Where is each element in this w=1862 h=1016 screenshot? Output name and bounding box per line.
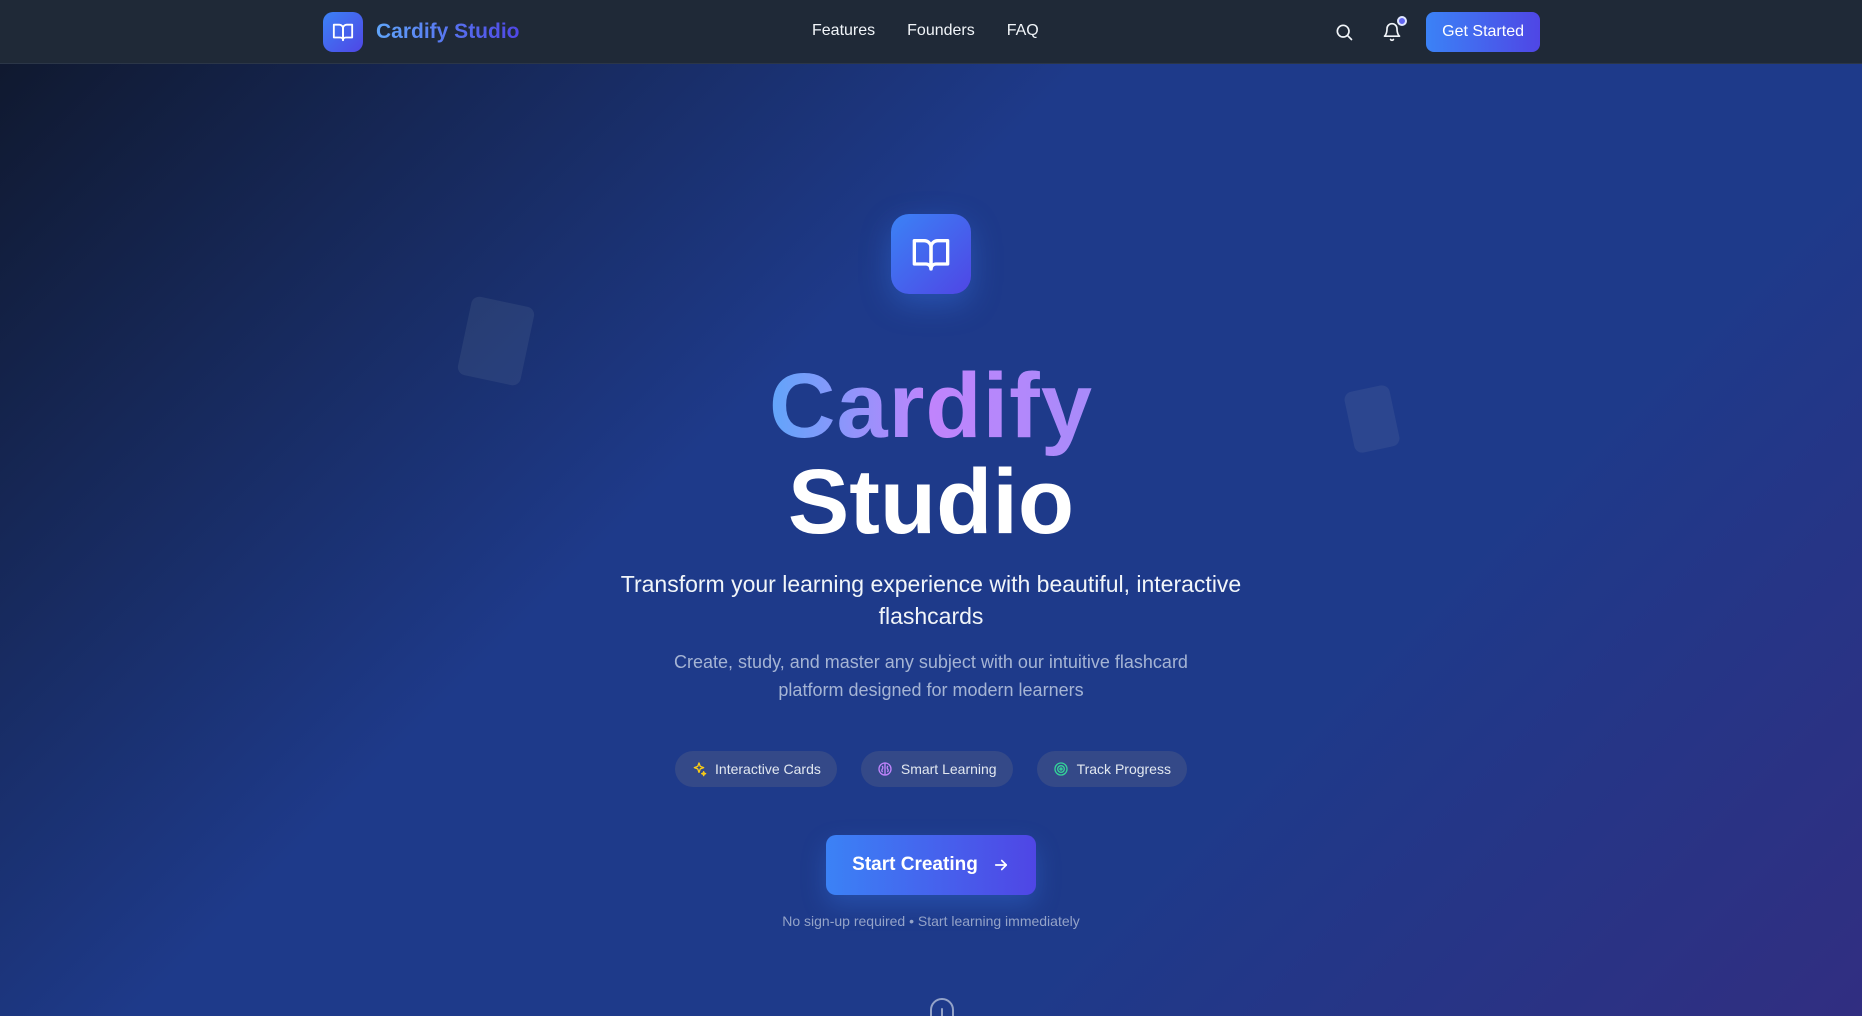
start-creating-label: Start Creating bbox=[852, 854, 978, 875]
nav-link-features[interactable]: Features bbox=[812, 22, 875, 40]
hero-title-line2: Studio bbox=[787, 451, 1075, 553]
target-icon bbox=[1053, 762, 1068, 776]
nav-link-faq[interactable]: FAQ bbox=[1007, 22, 1039, 40]
hero-title-line1: Cardify bbox=[0, 356, 1862, 456]
pill-label: Track Progress bbox=[1076, 761, 1171, 777]
notification-dot bbox=[1397, 16, 1408, 26]
hero-title-gradient: Cardify bbox=[769, 355, 1093, 457]
pill-interactive-cards: Interactive Cards bbox=[675, 751, 837, 787]
top-nav: Cardify Studio Features Founders FAQ Get… bbox=[0, 0, 1862, 64]
get-started-button[interactable]: Get Started bbox=[1426, 12, 1540, 52]
pill-smart-learning: Smart Learning bbox=[860, 751, 1013, 787]
nav-links: Features Founders FAQ bbox=[812, 22, 1071, 40]
nav-actions: Get Started bbox=[1328, 12, 1540, 52]
signup-note: No sign-up required • Start learning imm… bbox=[782, 913, 1080, 929]
pill-label: Interactive Cards bbox=[715, 761, 821, 777]
search-icon bbox=[1336, 24, 1353, 41]
start-creating-button[interactable]: Start Creating bbox=[826, 835, 1036, 895]
pill-track-progress: Track Progress bbox=[1036, 751, 1187, 787]
feature-pills: Interactive Cards Smart Learning Track P… bbox=[0, 751, 1862, 787]
search-button[interactable] bbox=[1328, 12, 1360, 52]
brand-name: Cardify Studio bbox=[376, 20, 520, 43]
sparkles-icon bbox=[693, 762, 707, 777]
brand[interactable]: Cardify Studio bbox=[323, 12, 520, 52]
book-open-icon bbox=[323, 12, 363, 52]
hero-subtitle: Transform your learning experience with … bbox=[620, 571, 1242, 629]
hero-description: Create, study, and master any subject wi… bbox=[674, 652, 1188, 700]
pill-label: Smart Learning bbox=[900, 761, 997, 777]
arrow-right-icon bbox=[994, 859, 1007, 871]
brain-icon bbox=[878, 762, 892, 776]
nav-link-founders[interactable]: Founders bbox=[907, 22, 975, 40]
landing-page: Cardify Studio Features Founders FAQ Get… bbox=[0, 0, 1862, 1016]
scroll-indicator[interactable] bbox=[930, 998, 954, 1016]
notifications-button[interactable] bbox=[1376, 12, 1408, 52]
scroll-indicator-dot bbox=[941, 1008, 943, 1016]
hero-book-icon bbox=[891, 214, 971, 294]
